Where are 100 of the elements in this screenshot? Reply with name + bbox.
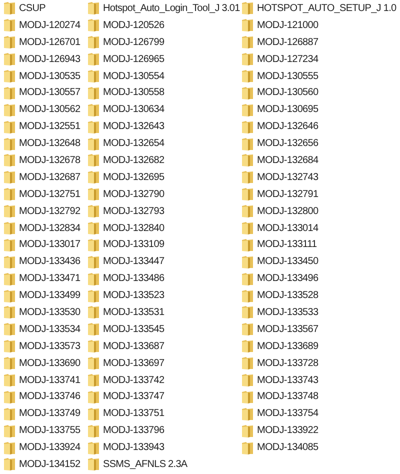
folder-item[interactable]: MODJ-132682 (87, 152, 164, 168)
folder-icon (87, 18, 100, 32)
folder-item[interactable]: MODJ-132834 (3, 220, 80, 236)
folder-item[interactable]: MODJ-127234 (241, 51, 318, 68)
folder-item[interactable]: MODJ-126887 (241, 34, 318, 50)
folder-item[interactable]: MODJ-133697 (87, 355, 164, 372)
folder-item[interactable]: MODJ-133749 (3, 406, 80, 422)
folder-item[interactable]: MODJ-126701 (3, 34, 80, 50)
folder-item[interactable]: MODJ-132792 (3, 203, 80, 220)
folder-item[interactable]: MODJ-130554 (87, 68, 164, 84)
folder-icon (87, 322, 100, 336)
folder-icon (241, 153, 254, 168)
folder-item[interactable]: MODJ-133496 (241, 270, 318, 287)
folder-item[interactable]: MODJ-130555 (241, 68, 318, 84)
folder-item[interactable]: MODJ-133017 (3, 236, 80, 253)
folder-icon (87, 406, 100, 421)
folder-icon (87, 254, 100, 269)
folder-item[interactable]: MODJ-133754 (241, 406, 318, 422)
folder-item[interactable]: MODJ-132643 (87, 118, 164, 135)
folder-item[interactable]: MODJ-133751 (87, 406, 164, 422)
folder-item[interactable]: MODJ-133499 (3, 288, 80, 304)
folder-item[interactable]: MODJ-120526 (87, 17, 164, 34)
folder-icon (3, 204, 16, 218)
folder-item[interactable]: MODJ-133111 (241, 236, 317, 253)
folder-item[interactable]: MODJ-133741 (3, 372, 80, 388)
folder-item[interactable]: MODJ-132684 (241, 152, 318, 168)
folder-item[interactable]: MODJ-133924 (3, 440, 80, 456)
folder-icon (87, 288, 100, 303)
folder-item[interactable]: MODJ-132840 (87, 220, 164, 236)
folder-item[interactable]: MODJ-133689 (241, 338, 318, 354)
folder-item[interactable]: Hotspot_Auto_Login_Tool_J 3.01 (87, 0, 240, 16)
folder-item[interactable]: HOTSPOT_AUTO_SETUP_J 1.0 (241, 0, 396, 16)
folder-icon (3, 390, 16, 404)
folder-item[interactable]: MODJ-132800 (241, 203, 318, 220)
folder-item[interactable]: MODJ-133533 (241, 304, 318, 320)
folder-item[interactable]: MODJ-133796 (87, 422, 164, 439)
folder-item[interactable]: MODJ-133743 (241, 372, 318, 388)
folder-item[interactable]: MODJ-133486 (87, 270, 164, 287)
folder-item[interactable]: MODJ-133573 (3, 338, 80, 354)
folder-item[interactable]: MODJ-133471 (3, 270, 80, 287)
folder-item[interactable]: MODJ-133742 (87, 372, 164, 388)
folder-item[interactable]: MODJ-132648 (3, 136, 80, 152)
folder-item[interactable]: MODJ-130557 (3, 84, 80, 101)
folder-item[interactable]: MODJ-133014 (241, 220, 318, 236)
folder-icon (87, 221, 100, 236)
folder-item[interactable]: CSUP (3, 0, 46, 16)
folder-item[interactable]: MODJ-132654 (87, 136, 164, 152)
folder-item[interactable]: MODJ-133746 (3, 388, 80, 405)
folder-item[interactable]: MODJ-132790 (87, 186, 164, 202)
folder-item[interactable]: MODJ-133109 (87, 236, 164, 253)
folder-item[interactable]: MODJ-133567 (241, 321, 318, 338)
folder-item[interactable]: MODJ-133447 (87, 254, 164, 270)
folder-icon (3, 187, 16, 202)
folder-item[interactable]: MODJ-133690 (3, 355, 80, 372)
folder-item[interactable]: MODJ-133943 (87, 440, 164, 456)
folder-item[interactable]: MODJ-132687 (3, 169, 80, 186)
folder-icon (241, 339, 254, 354)
folder-item[interactable]: MODJ-130634 (87, 102, 164, 118)
folder-item[interactable]: MODJ-133755 (3, 422, 80, 439)
folder-item[interactable]: MODJ-130558 (87, 84, 164, 101)
folder-item[interactable]: MODJ-121000 (241, 17, 318, 34)
folder-item[interactable]: MODJ-133728 (241, 355, 318, 372)
folder-item[interactable]: MODJ-133436 (3, 254, 80, 270)
folder-item[interactable]: MODJ-133530 (3, 304, 80, 320)
folder-item[interactable]: MODJ-133531 (87, 304, 164, 320)
folder-item[interactable]: MODJ-133748 (241, 388, 318, 405)
folder-item[interactable]: MODJ-133687 (87, 338, 164, 354)
folder-item[interactable]: MODJ-132551 (3, 118, 80, 135)
folder-item[interactable]: MODJ-132646 (241, 118, 318, 135)
folder-item[interactable]: MODJ-132695 (87, 169, 164, 186)
folder-item[interactable]: MODJ-133747 (87, 388, 164, 405)
folder-item[interactable]: MODJ-133528 (241, 288, 318, 304)
folder-item[interactable]: MODJ-134152 (3, 456, 80, 472)
folder-icon (87, 120, 100, 134)
folder-icon (241, 424, 254, 438)
folder-item[interactable]: MODJ-132793 (87, 203, 164, 220)
folder-item[interactable]: MODJ-126965 (87, 51, 164, 68)
folder-item[interactable]: MODJ-133534 (3, 321, 80, 338)
folder-item[interactable]: MODJ-120274 (3, 17, 80, 34)
folder-item[interactable]: MODJ-132791 (241, 186, 318, 202)
folder-item[interactable]: MODJ-130695 (241, 102, 318, 118)
folder-item[interactable]: MODJ-130562 (3, 102, 80, 118)
folder-icon (87, 1, 100, 16)
folder-item[interactable]: MODJ-132743 (241, 169, 318, 186)
folder-item[interactable]: MODJ-132678 (3, 152, 80, 168)
folder-item[interactable]: MODJ-133922 (241, 422, 318, 439)
folder-item[interactable]: MODJ-133545 (87, 321, 164, 338)
folder-item[interactable]: MODJ-133450 (241, 254, 318, 270)
folder-item[interactable]: MODJ-134085 (241, 440, 318, 456)
folder-icon (3, 86, 16, 100)
folder-item[interactable]: MODJ-133523 (87, 288, 164, 304)
folder-icon (241, 406, 254, 421)
folder-icon (241, 102, 254, 117)
folder-item[interactable]: SSMS_AFNLS 2.3A (87, 456, 188, 472)
folder-item[interactable]: MODJ-132656 (241, 136, 318, 152)
folder-item[interactable]: MODJ-132751 (3, 186, 80, 202)
folder-item[interactable]: MODJ-130560 (241, 84, 318, 101)
folder-item[interactable]: MODJ-126943 (3, 51, 80, 68)
folder-item[interactable]: MODJ-130535 (3, 68, 80, 84)
folder-item[interactable]: MODJ-126799 (87, 34, 164, 50)
